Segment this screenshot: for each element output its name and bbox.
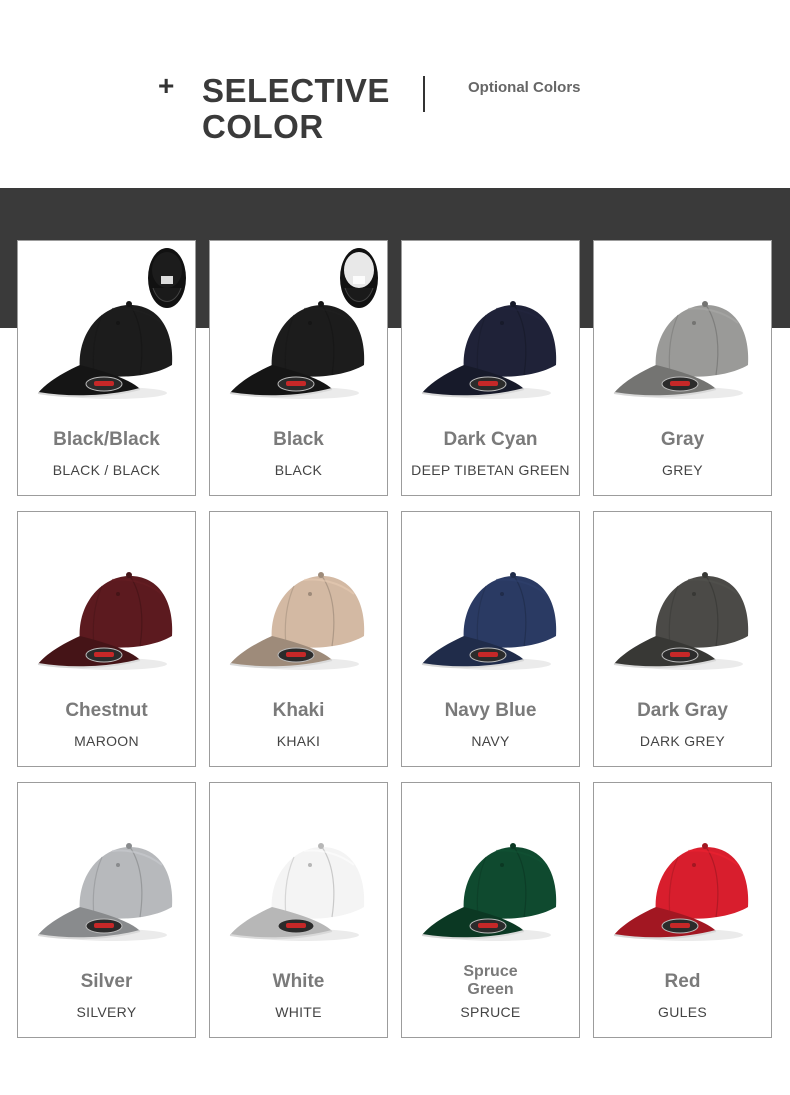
color-card[interactable]: Khaki KHAKI bbox=[209, 511, 388, 767]
color-code: NAVY bbox=[471, 733, 510, 749]
title-line-1: SELECTIVE bbox=[202, 72, 390, 109]
color-name: Chestnut bbox=[65, 700, 148, 721]
color-code: MAROON bbox=[74, 733, 139, 749]
color-name: Spruce Green bbox=[463, 963, 518, 998]
cap-icon bbox=[613, 572, 749, 670]
cap-icon bbox=[613, 301, 749, 399]
cap-image bbox=[608, 293, 758, 405]
cap-image bbox=[416, 293, 566, 405]
color-name: Black bbox=[273, 429, 324, 450]
color-code: WHITE bbox=[275, 1004, 322, 1020]
color-name: Dark Cyan bbox=[443, 429, 538, 450]
color-card[interactable]: Spruce Green SPRUCE bbox=[401, 782, 580, 1038]
color-card[interactable]: Gray GREY bbox=[593, 240, 772, 496]
color-code: GULES bbox=[658, 1004, 707, 1020]
color-card[interactable]: Black BLACK bbox=[209, 240, 388, 496]
cap-icon bbox=[37, 843, 173, 941]
cap-icon bbox=[229, 572, 365, 670]
color-card[interactable]: Navy Blue NAVY bbox=[401, 511, 580, 767]
color-code: BLACK bbox=[274, 462, 323, 478]
color-card[interactable]: Black/Black BLACK / BLACK bbox=[17, 240, 196, 496]
cap-inside-icon bbox=[148, 248, 186, 308]
cap-image bbox=[224, 835, 374, 947]
cap-icon bbox=[229, 843, 365, 941]
cap-image bbox=[608, 564, 758, 676]
color-card[interactable]: Red GULES bbox=[593, 782, 772, 1038]
cap-icon bbox=[421, 843, 557, 941]
color-name: Black/Black bbox=[53, 429, 160, 450]
color-code: GREY bbox=[662, 462, 703, 478]
color-code: SPRUCE bbox=[460, 1004, 521, 1020]
cap-image bbox=[416, 835, 566, 947]
cap-icon bbox=[613, 843, 749, 941]
color-card[interactable]: Chestnut MAROON bbox=[17, 511, 196, 767]
color-card[interactable]: Silver SILVERY bbox=[17, 782, 196, 1038]
cap-icon bbox=[421, 572, 557, 670]
title-divider bbox=[423, 76, 425, 112]
color-code: DARK GREY bbox=[639, 733, 726, 749]
title-line-2: COLOR bbox=[202, 108, 324, 145]
color-code: KHAKI bbox=[276, 733, 321, 749]
cap-image bbox=[416, 564, 566, 676]
color-card[interactable]: Dark Cyan DEEP TIBETAN GREEN bbox=[401, 240, 580, 496]
color-card[interactable]: Dark Gray DARK GREY bbox=[593, 511, 772, 767]
cap-inside-image bbox=[339, 246, 379, 310]
cap-inside-icon bbox=[340, 248, 378, 308]
cap-image bbox=[224, 564, 374, 676]
cap-inside-image bbox=[147, 246, 187, 310]
page-subtitle: Optional Colors bbox=[468, 79, 581, 96]
color-card[interactable]: White WHITE bbox=[209, 782, 388, 1038]
color-name: Khaki bbox=[272, 700, 325, 721]
cap-image bbox=[32, 564, 182, 676]
color-name: Dark Gray bbox=[637, 700, 728, 721]
color-name: Navy Blue bbox=[444, 700, 537, 721]
color-name: White bbox=[272, 971, 325, 992]
header: + SELECTIVE COLOR Optional Colors bbox=[0, 0, 790, 188]
cap-icon bbox=[37, 572, 173, 670]
color-name: Silver bbox=[80, 971, 133, 992]
color-code: BLACK / BLACK bbox=[52, 462, 161, 478]
cap-image bbox=[608, 835, 758, 947]
cap-image bbox=[32, 835, 182, 947]
plus-icon: + bbox=[158, 70, 175, 101]
color-name: Gray bbox=[660, 429, 705, 450]
cap-icon bbox=[421, 301, 557, 399]
page-title: SELECTIVE COLOR bbox=[202, 73, 390, 145]
color-code: DEEP TIBETAN GREEN bbox=[411, 462, 570, 478]
color-code: SILVERY bbox=[76, 1004, 137, 1020]
color-name: Red bbox=[664, 971, 701, 992]
